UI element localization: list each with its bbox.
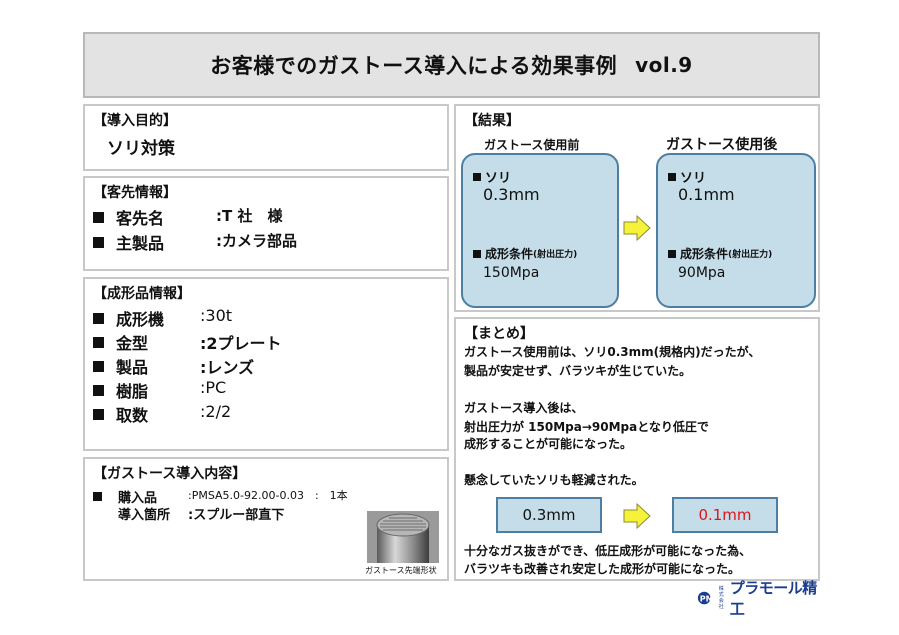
- before-title: ガストース使用前: [484, 138, 580, 152]
- customer-heading: 【客先情報】: [93, 185, 177, 201]
- product-row-value: :PC: [200, 378, 227, 397]
- bullet-square-icon: [93, 384, 104, 396]
- main-product-value: :カメラ部品: [216, 232, 297, 250]
- company-logo: PM 株式会社 プラモール精工: [697, 579, 821, 618]
- after-sori-value: 0.1mm: [678, 185, 735, 204]
- summary-line: 射出圧力が 150Mpa→90Mpaとなり低圧で: [464, 420, 709, 434]
- before-cond-label-row: 成形条件 (射出圧力): [473, 245, 577, 262]
- summary-line: ガストース使用前は、ソリ0.3mm(規格内)だったが、: [464, 345, 761, 359]
- location-label: 導入箇所: [118, 508, 171, 523]
- product-row-label: 金型: [116, 334, 149, 353]
- summary-line: 十分なガス抜きができ、低圧成形が可能になった為、: [464, 544, 752, 558]
- product-row: 金型: [93, 330, 148, 354]
- summary-line: バラツキも改善され安定した成形が可能になった。: [464, 562, 741, 576]
- main-product-label: 主製品: [116, 234, 165, 253]
- product-panel: 【成形品情報】 成形機 :30t 金型 :2プレート 製品 :レンズ 樹脂 :P…: [83, 277, 449, 451]
- after-cond-sub: (射出圧力): [728, 250, 773, 260]
- gastos-heading: 【ガストース導入内容】: [93, 466, 247, 482]
- purpose-text: ソリ対策: [107, 139, 175, 159]
- title-main: お客様でのガストース導入による効果事例: [210, 54, 618, 78]
- before-sori-label: ソリ: [485, 171, 512, 186]
- before-sori-value: 0.3mm: [483, 185, 540, 204]
- bullet-square-icon: [93, 360, 104, 372]
- summary-line: 製品が安定せず、バラツキが生じていた。: [464, 364, 692, 378]
- after-cond-label-row: 成形条件 (射出圧力): [668, 245, 772, 262]
- product-row-label: 樹脂: [116, 382, 149, 401]
- product-heading: 【成形品情報】: [93, 286, 191, 302]
- product-row: 製品: [93, 354, 148, 378]
- before-bubble: ソリ 0.3mm 成形条件 (射出圧力) 150Mpa: [461, 153, 619, 308]
- logo-name: プラモール精工: [729, 579, 818, 618]
- summary-heading: 【まとめ】: [464, 326, 534, 342]
- before-sori-label-row: ソリ: [473, 167, 511, 186]
- after-cond-label: 成形条件: [680, 247, 729, 261]
- purpose-heading: 【導入目的】: [93, 113, 177, 129]
- bullet-square-icon: [93, 312, 104, 324]
- bullet-square-icon: [473, 172, 481, 181]
- summary-line: ガストース導入後は、: [464, 401, 584, 415]
- location-value: :スプルー部直下: [188, 508, 285, 523]
- customer-name-value: :T 社 様: [216, 207, 283, 225]
- summary-after-box: 0.1mm: [672, 497, 778, 533]
- bullet-square-icon: [93, 492, 102, 501]
- customer-row: 客先名: [93, 205, 164, 229]
- bullet-square-icon: [93, 336, 104, 348]
- customer-name-label: 客先名: [116, 209, 165, 228]
- product-row-value: :2プレート: [200, 334, 282, 353]
- product-row-value: :レンズ: [200, 358, 255, 377]
- bullet-square-icon: [93, 236, 104, 248]
- customer-panel: 【客先情報】 客先名 :T 社 様 主製品 :カメラ部品: [83, 176, 449, 271]
- before-cond-label: 成形条件: [485, 247, 534, 261]
- bullet-square-icon: [668, 172, 676, 181]
- title-vol: vol.9: [635, 53, 693, 77]
- bullet-square-icon: [668, 249, 676, 258]
- pm-logo-mark-icon: PM: [697, 591, 714, 605]
- purchase-value: :PMSA5.0-92.00-0.03 : 1本: [188, 489, 348, 502]
- product-row-value: :30t: [200, 306, 233, 325]
- product-row-label: 成形機: [116, 310, 165, 329]
- product-row-value: :2/2: [200, 402, 232, 421]
- product-row-label: 取数: [116, 406, 149, 425]
- right-arrow-icon: [623, 502, 651, 530]
- logo-small-text: 株式会社: [718, 586, 724, 610]
- after-title: ガストース使用後: [666, 137, 778, 153]
- photo-caption: ガストース先端形状: [365, 566, 437, 575]
- before-cond-sub: (射出圧力): [533, 250, 578, 260]
- after-sori-label: ソリ: [680, 171, 707, 186]
- product-row-label: 製品: [116, 358, 149, 377]
- after-sori-label-row: ソリ: [668, 167, 706, 186]
- purpose-panel: 【導入目的】 ソリ対策: [83, 104, 449, 171]
- summary-before-box: 0.3mm: [496, 497, 602, 533]
- page-title: お客様でのガストース導入による効果事例 vol.9: [83, 32, 820, 98]
- after-bubble: ソリ 0.1mm 成形条件 (射出圧力) 90Mpa: [656, 153, 816, 308]
- summary-line: 成形することが可能になった。: [464, 437, 633, 451]
- result-heading: 【結果】: [464, 113, 520, 129]
- customer-row: 主製品: [93, 230, 164, 254]
- before-cond-value: 150Mpa: [483, 265, 540, 281]
- right-arrow-icon: [623, 214, 651, 242]
- gas-vent-photo: [367, 511, 439, 563]
- bullet-square-icon: [473, 249, 481, 258]
- product-row: 成形機: [93, 306, 164, 330]
- logo-mark-text: PM: [700, 594, 714, 604]
- result-panel: 【結果】 ガストース使用前 ガストース使用後 ソリ 0.3mm 成形条件 (射出圧…: [454, 104, 820, 312]
- bullet-square-icon: [93, 408, 104, 420]
- summary-panel: 【まとめ】 ガストース使用前は、ソリ0.3mm(規格内)だったが、 製品が安定せ…: [454, 317, 820, 581]
- product-row: 取数: [93, 402, 148, 426]
- after-cond-value: 90Mpa: [678, 265, 726, 281]
- product-row: 樹脂: [93, 378, 148, 402]
- summary-line: 懸念していたソリも軽減された。: [464, 473, 644, 487]
- gastos-panel: 【ガストース導入内容】 購入品 :PMSA5.0-92.00-0.03 : 1本…: [83, 457, 449, 581]
- bullet-square-icon: [93, 211, 104, 223]
